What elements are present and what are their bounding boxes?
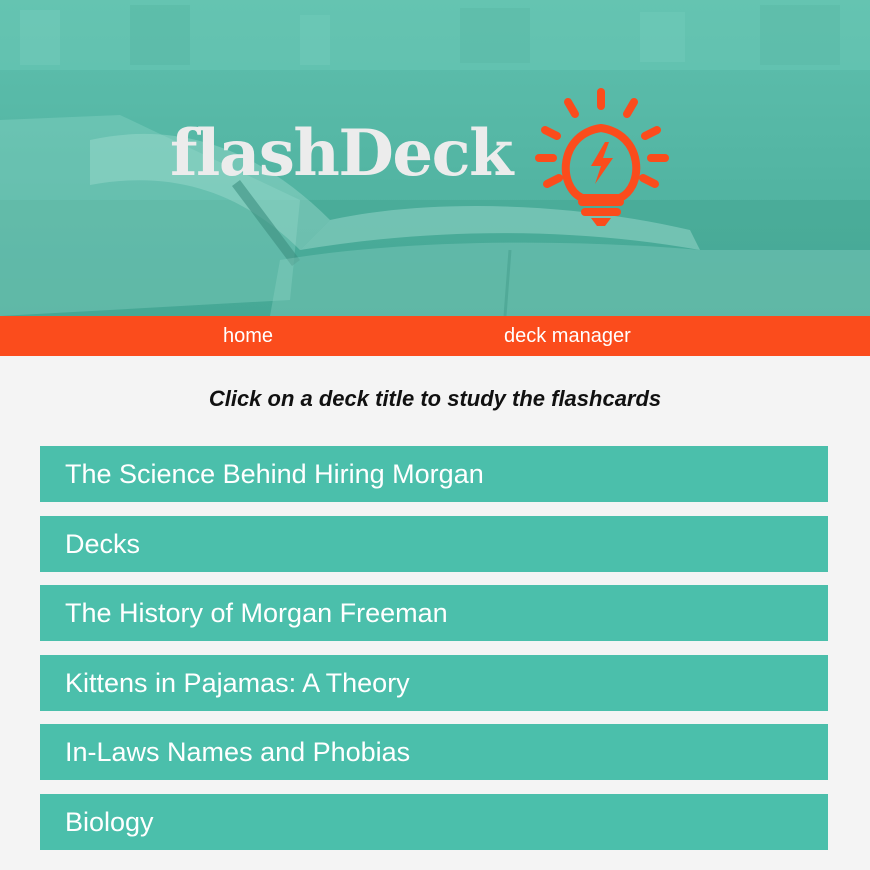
main-navbar: home deck manager bbox=[0, 316, 870, 356]
deck-item[interactable]: In-Laws Names and Phobias bbox=[40, 724, 828, 781]
nav-link-deck-manager[interactable]: deck manager bbox=[504, 316, 631, 356]
nav-link-home[interactable]: home bbox=[223, 316, 273, 356]
deck-item[interactable]: Biology bbox=[40, 793, 828, 850]
deck-list: The Science Behind Hiring Morgan Decks T… bbox=[40, 446, 828, 864]
logo[interactable]: flashDeck bbox=[170, 80, 690, 230]
deck-item[interactable]: The Science Behind Hiring Morgan bbox=[40, 446, 828, 502]
hero-banner: flashDeck bbox=[0, 0, 870, 316]
logo-wordmark: flashDeck bbox=[170, 116, 513, 191]
instructions-text: Click on a deck title to study the flash… bbox=[208, 386, 662, 411]
deck-item[interactable]: Decks bbox=[40, 515, 828, 572]
deck-item[interactable]: The History of Morgan Freeman bbox=[40, 585, 828, 642]
deck-item[interactable]: Kittens in Pajamas: A Theory bbox=[40, 654, 828, 711]
lightbulb-lightning-icon bbox=[535, 88, 669, 226]
